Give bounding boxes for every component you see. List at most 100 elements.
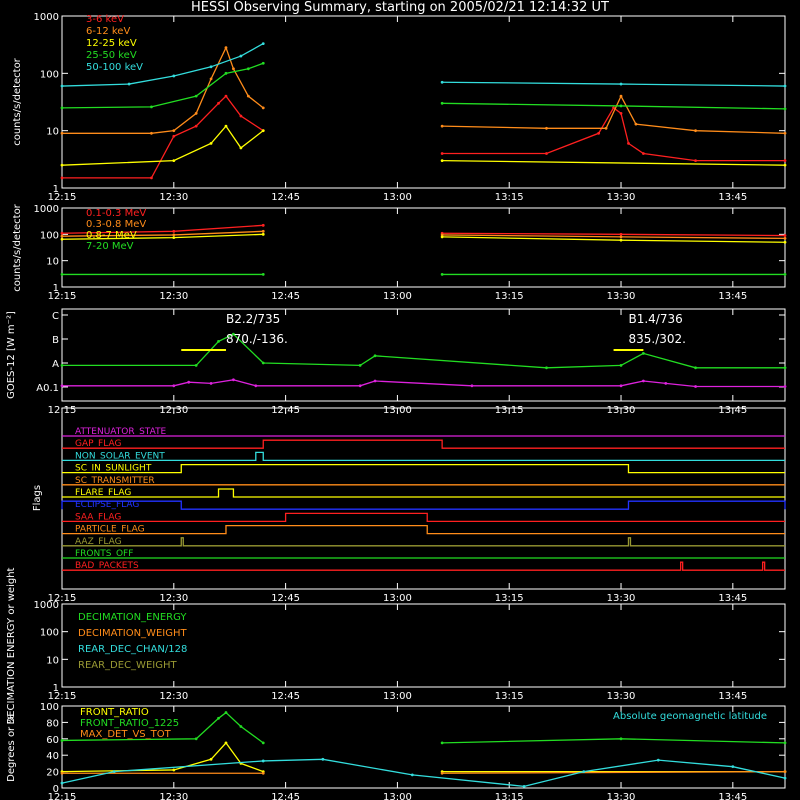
data-point-front-ratio-1225	[783, 741, 787, 745]
y-axis-label: Flags	[32, 485, 43, 511]
legend-12-25-kev: 12-25 keV	[86, 38, 137, 49]
data-point-absolute-geomagnetic-latitude	[261, 759, 265, 763]
data-point-25-50-kev	[440, 101, 444, 105]
flag-trace-eclipse-flag	[61, 500, 786, 510]
y-tick-label: 1000	[34, 204, 59, 215]
data-point-0-1-0-3-mev	[60, 231, 64, 235]
x-tick-label: 13:30	[607, 691, 636, 702]
data-point-12-25-kev	[224, 124, 228, 128]
legend-6-12-kev: 6-12 keV	[86, 26, 130, 37]
data-point-front-ratio-1225	[217, 716, 220, 720]
data-point-0-1-0-3-mev	[172, 229, 176, 233]
data-point-50-100-kev	[440, 80, 444, 84]
data-point-12-25-kev	[60, 163, 64, 167]
goes-annotation-1: B2.2/735	[226, 312, 280, 326]
data-point-0-1-0-3-mev	[261, 223, 265, 227]
data-point-absolute-geomagnetic-latitude	[112, 770, 116, 773]
data-point-12-25-kev	[209, 141, 213, 145]
legend-decimation-energy: DECIMATION_ENERGY	[78, 612, 187, 623]
y-tick-label: 80	[46, 718, 59, 729]
data-point-absolute-geomagnetic-latitude	[410, 773, 414, 777]
data-point-12-25-kev	[239, 146, 243, 150]
y-axis-label: GOES-12 [W m⁻²]	[6, 311, 17, 399]
x-tick-label: 13:45	[718, 192, 747, 203]
data-point-3-6-kev	[239, 114, 243, 118]
high_energy-frame	[61, 207, 786, 288]
data-point-25-50-kev	[60, 106, 64, 110]
x-tick-label: 13:45	[718, 691, 747, 702]
legend-max-det-vs-tot: MAX_DET_VS_TOT	[80, 729, 172, 740]
data-point-max-det-vs-tot	[261, 771, 265, 775]
data-point-0-8-7-mev	[60, 237, 64, 241]
data-point-3-6-kev	[217, 101, 220, 105]
x-tick-label: 13:30	[607, 593, 636, 604]
data-point-50-100-kev	[209, 65, 213, 69]
x-tick-label: 13:00	[383, 691, 412, 702]
data-point-25-50-kev	[783, 107, 787, 111]
legend-0-1-0-3-mev: 0.1-0.3 MeV	[86, 208, 146, 219]
y-tick-label: 100	[40, 230, 59, 241]
data-point-absolute-geomagnetic-latitude	[522, 784, 526, 788]
data-point-goes-low	[172, 384, 176, 388]
data-point-12-25-kev	[172, 159, 176, 163]
x-tick-label: 13:30	[607, 792, 636, 800]
y-tick-label: 10	[46, 655, 59, 666]
y-axis-label: counts/s/detector	[12, 203, 23, 291]
data-point-6-12-kev	[634, 122, 638, 126]
data-point-50-100-kev	[60, 84, 64, 88]
data-point-goes-high	[619, 364, 623, 367]
data-point-6-12-kev	[60, 131, 64, 135]
y-tick-label: 40	[46, 751, 59, 762]
x-tick-label: 12:30	[159, 691, 188, 702]
data-point-max-det-vs-tot	[440, 771, 444, 775]
data-point-6-12-kev	[224, 46, 228, 50]
flag-trace-saa-flag	[62, 512, 785, 523]
x-tick-label: 12:45	[271, 192, 300, 203]
goes-annotation-4: 835./302.	[628, 332, 685, 346]
data-point-6-12-kev	[694, 129, 697, 133]
data-point-goes-high	[261, 361, 265, 365]
flag-trace-bad-packets	[62, 561, 785, 571]
data-point-goes-low	[619, 384, 623, 388]
y-tick-label: A	[52, 359, 59, 370]
y-tick-label: A0.1	[36, 383, 59, 394]
data-point-12-25-kev	[783, 163, 787, 167]
x-tick-label: 13:15	[495, 593, 524, 604]
x-tick-label: 12:30	[159, 792, 188, 800]
x-tick-label: 13:00	[383, 192, 412, 203]
data-point-goes-high	[694, 366, 697, 370]
data-point-absolute-geomagnetic-latitude	[731, 765, 735, 769]
data-point-goes-low	[783, 385, 787, 388]
legend-3-6-kev: 3-6 keV	[86, 14, 124, 25]
data-point-front-ratio-1225	[60, 739, 64, 742]
flag-trace-flare-flag	[62, 488, 785, 498]
data-point-0-8-7-mev	[172, 236, 176, 240]
data-point-absolute-geomagnetic-latitude	[321, 757, 325, 761]
data-point-0-1-0-3-mev	[619, 232, 623, 236]
legend-25-50-kev: 25-50 keV	[86, 50, 137, 61]
data-point-25-50-kev	[150, 105, 153, 109]
y-tick-label: 10	[46, 127, 59, 138]
data-point-3-6-kev	[694, 159, 697, 163]
y-tick-label: 10	[46, 257, 59, 268]
legend-50-100-kev: 50-100 keV	[86, 62, 143, 73]
series-6-12-kev	[442, 94, 786, 134]
y-tick-label: B	[52, 335, 59, 346]
data-point-0-3-0-8-mev	[261, 229, 265, 233]
x-tick-label: 13:15	[495, 691, 524, 702]
y-tick-label: 20	[46, 768, 59, 779]
data-point-goes-low	[694, 385, 697, 388]
y-tick-label: 1000	[34, 600, 59, 611]
x-tick-label: 13:15	[495, 192, 524, 203]
data-point-front-ratio-1225	[239, 725, 243, 728]
data-point-6-12-kev	[232, 67, 235, 71]
data-point-goes-low	[664, 382, 668, 385]
data-point-7-20-mev	[440, 273, 444, 276]
y-tick-label: 100	[40, 628, 59, 639]
y-axis-label: Degrees or %	[6, 714, 17, 782]
data-point-3-6-kev	[545, 152, 548, 155]
legend-7-20-mev: 7-20 MeV	[86, 241, 134, 252]
data-point-3-6-kev	[783, 159, 787, 163]
data-point-goes-low	[209, 382, 213, 385]
series-3-6-kev	[442, 106, 785, 162]
